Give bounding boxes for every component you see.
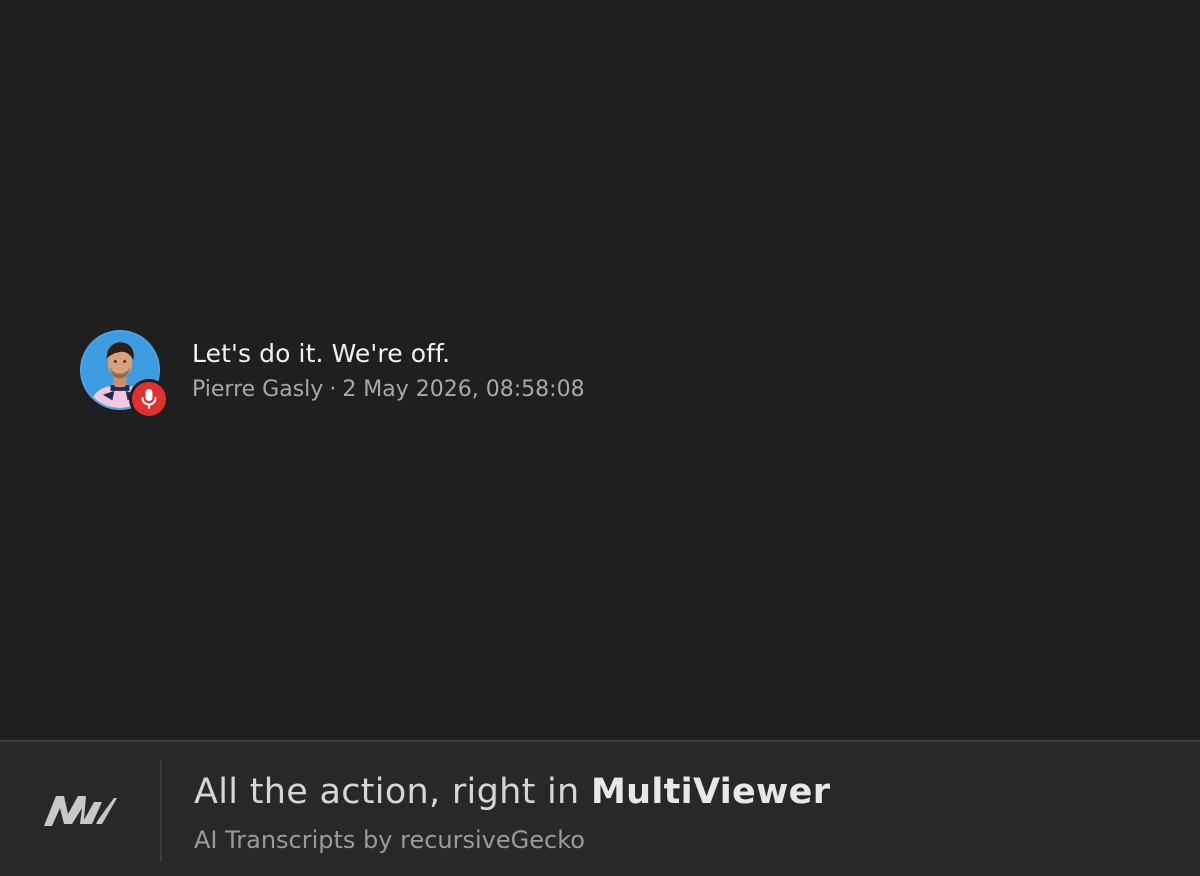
meta-separator: · bbox=[329, 377, 337, 402]
app-window: Let's do it. We're off. Pierre Gasly · 2 M… bbox=[0, 0, 1200, 876]
message-body: Let's do it. We're off. Pierre Gasly · 2 M… bbox=[192, 330, 585, 404]
footer-credit: AI Transcripts by recursiveGecko bbox=[194, 826, 585, 854]
microphone-badge bbox=[129, 379, 169, 419]
message-meta: Pierre Gasly · 2 May 2026, 08:58:08 bbox=[192, 376, 585, 404]
footer-banner: All the action, right in MultiViewer AI … bbox=[0, 740, 1200, 876]
speaker-avatar-container bbox=[80, 330, 169, 419]
message-text: Let's do it. We're off. bbox=[192, 339, 451, 368]
microphone-icon bbox=[141, 389, 157, 409]
message-timestamp: 2 May 2026, 08:58:08 bbox=[342, 377, 585, 402]
footer-tagline: All the action, right in MultiViewer bbox=[194, 770, 830, 814]
multiviewer-logo-icon bbox=[42, 790, 118, 830]
logo-graphic bbox=[44, 796, 117, 826]
footer-divider bbox=[160, 760, 162, 862]
transcript-area: Let's do it. We're off. Pierre Gasly · 2 M… bbox=[0, 0, 1200, 740]
speaker-name: Pierre Gasly bbox=[192, 377, 324, 402]
tagline-brand: MultiViewer bbox=[590, 772, 831, 812]
transcript-message: Let's do it. We're off. Pierre Gasly · 2 M… bbox=[80, 330, 585, 419]
tagline-text: All the action, right in bbox=[194, 772, 591, 812]
